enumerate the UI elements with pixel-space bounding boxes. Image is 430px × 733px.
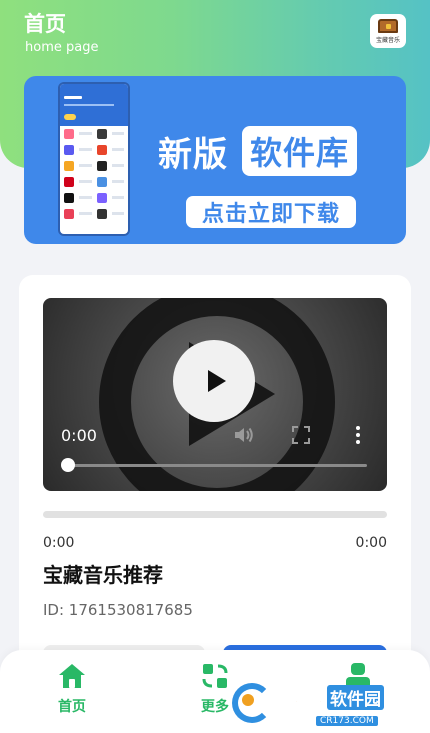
tab-more-label: 更多 [201, 699, 229, 715]
refresh-grid-icon [202, 664, 228, 688]
tab-home-label: 首页 [58, 699, 86, 715]
song-id: ID: 1761530817685 [43, 601, 193, 619]
video-seek-handle[interactable] [61, 458, 75, 472]
app-logo-text: 宝藏音乐 [375, 36, 400, 44]
watermark-suffix: 软件园 [327, 685, 384, 710]
more-options-icon[interactable] [351, 424, 365, 446]
watermark-name: 西西 [276, 686, 325, 715]
home-icon [59, 664, 85, 688]
phone-mockup-image [58, 82, 130, 236]
page-subtitle: home page [25, 40, 99, 55]
video-current-time: 0:00 [61, 426, 97, 445]
fullscreen-icon[interactable] [291, 425, 311, 445]
total-time: 0:00 [355, 535, 387, 551]
audio-progress-bar[interactable] [43, 511, 387, 518]
volume-icon[interactable] [233, 425, 255, 445]
elapsed-time: 0:00 [43, 535, 75, 551]
banner-library-text: 软件库 [242, 126, 358, 176]
play-button[interactable] [173, 340, 255, 422]
download-now-button[interactable]: 点击立即下载 [186, 196, 356, 228]
page-title: 首页 [24, 12, 66, 36]
watermark-logo-icon [232, 683, 272, 723]
banner-new-version-text: 新版 [158, 134, 228, 175]
play-icon [208, 370, 226, 392]
tab-home[interactable]: 首页 [32, 662, 112, 716]
watermark-url: CR173.COM [316, 716, 378, 726]
video-player[interactable]: 0:00 [43, 298, 387, 491]
software-library-banner[interactable]: 新版 软件库 点击立即下载 [24, 76, 406, 244]
song-title: 宝藏音乐推荐 [43, 563, 163, 587]
video-seek-bar[interactable] [67, 464, 367, 467]
treasure-chest-icon [378, 18, 398, 33]
site-watermark: 西西 软件园 CR173.COM [232, 678, 422, 728]
app-logo[interactable]: 宝藏音乐 [370, 14, 406, 48]
